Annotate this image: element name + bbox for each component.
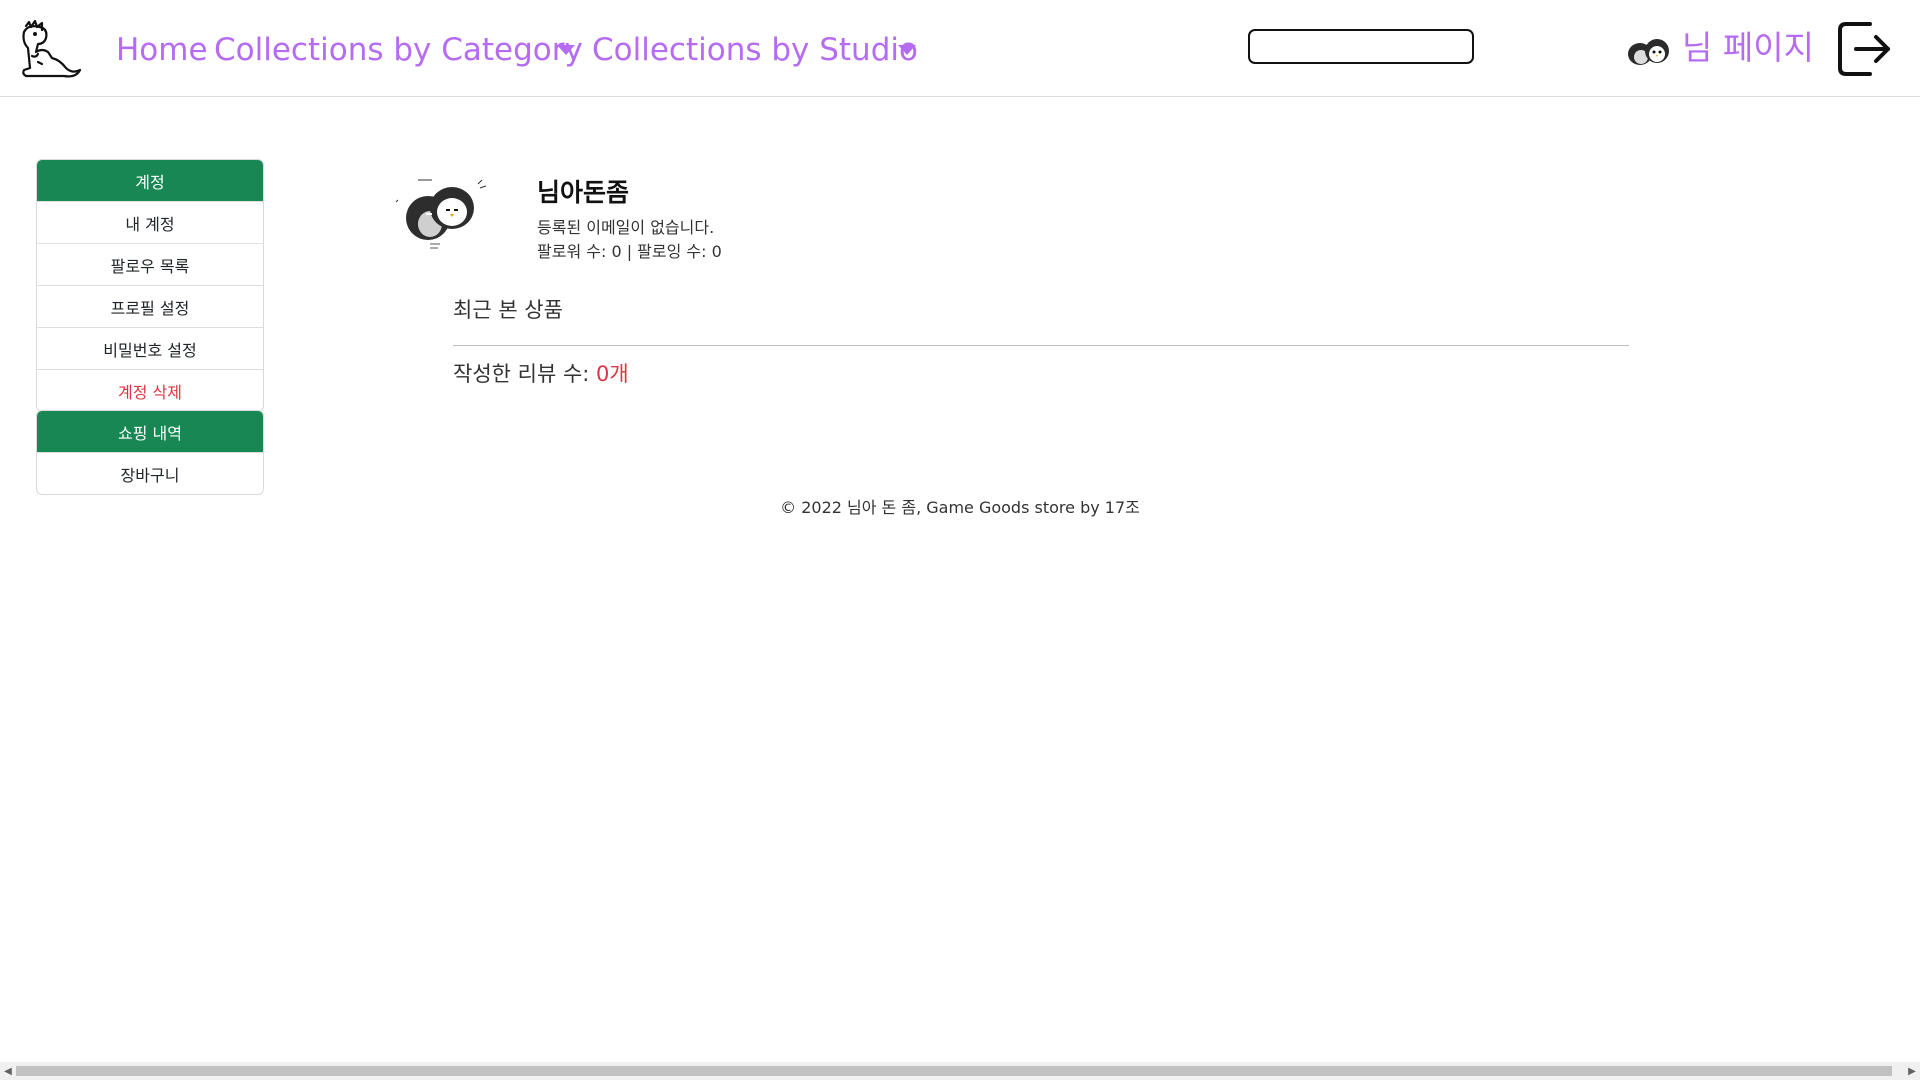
sidebar-item-profile-settings[interactable]: 프로필 설정	[37, 285, 263, 327]
review-count-value: 0개	[596, 362, 629, 386]
nav-home-link[interactable]: Home	[116, 28, 208, 72]
section-divider	[453, 345, 1629, 346]
sidebar-shopping-group: 쇼핑 내역 장바구니	[36, 410, 264, 495]
profile-name: 님아돈좀	[537, 178, 630, 207]
scroll-left-arrow-icon[interactable]: ◀	[0, 1062, 16, 1080]
search-input[interactable]	[1248, 29, 1474, 64]
my-page-link[interactable]: 님 페이지	[1682, 24, 1814, 72]
sidebar-item-delete-account[interactable]: 계정 삭제	[37, 369, 263, 411]
sidebar-header-account: 계정	[37, 160, 263, 201]
profile-follow-counts: 팔로워 수: 0 | 팔로잉 수: 0	[537, 242, 722, 261]
penguin-avatar-icon[interactable]	[1624, 31, 1672, 69]
category-caret-icon[interactable]	[557, 45, 575, 55]
nav-category-dropdown[interactable]: Collections by Category	[214, 28, 583, 72]
sidebar-item-password-settings[interactable]: 비밀번호 설정	[37, 327, 263, 369]
logout-icon[interactable]	[1836, 18, 1892, 80]
scroll-right-arrow-icon[interactable]: ▶	[1904, 1062, 1920, 1080]
horizontal-scrollbar[interactable]: ◀ ▶	[0, 1062, 1920, 1080]
sidebar-header-shopping: 쇼핑 내역	[37, 411, 263, 452]
sidebar-item-my-account[interactable]: 내 계정	[37, 201, 263, 243]
top-navbar: Home Collections by Category Collections…	[0, 0, 1920, 97]
sidebar-item-follow-list[interactable]: 팔로우 목록	[37, 243, 263, 285]
dinosaur-logo-icon[interactable]	[18, 18, 84, 78]
footer: © 2022 님아 돈 좀, Game Goods store by 17조	[780, 498, 1140, 517]
nav-studio-dropdown[interactable]: Collections by Studio	[592, 28, 918, 72]
scrollbar-thumb[interactable]	[16, 1066, 1892, 1076]
recent-products-title: 최근 본 상품	[453, 298, 563, 322]
review-count-line: 작성한 리뷰 수: 0개	[453, 358, 629, 388]
profile-avatar	[392, 174, 490, 250]
profile-email: 등록된 이메일이 없습니다.	[537, 218, 715, 237]
studio-caret-icon[interactable]	[898, 45, 916, 55]
sidebar-item-cart[interactable]: 장바구니	[37, 452, 263, 494]
sidebar-account-group: 계정 내 계정 팔로우 목록 프로필 설정 비밀번호 설정 계정 삭제	[36, 159, 264, 412]
review-count-label: 작성한 리뷰 수:	[453, 362, 597, 386]
